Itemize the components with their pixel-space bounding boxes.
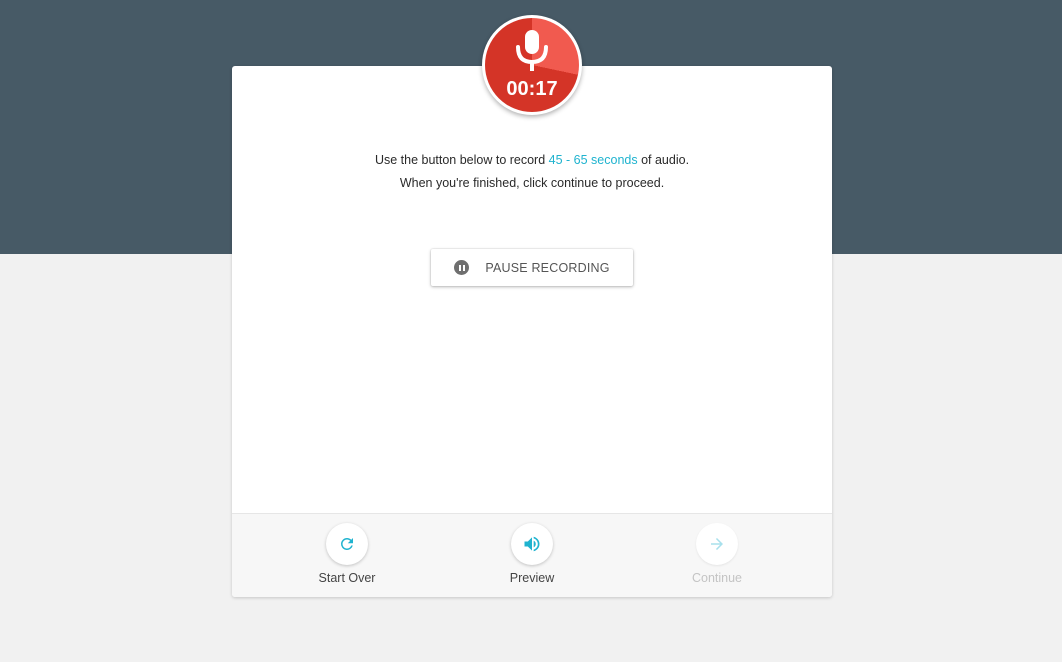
instructions-line-2: When you're finished, click continue to …: [399, 176, 665, 190]
speaker-icon: [524, 536, 540, 552]
refresh-icon: [340, 538, 353, 550]
start-over-circle[interactable]: [326, 523, 368, 565]
microphone-icon: [516, 30, 548, 71]
instructions-text-end: of audio.: [637, 153, 690, 167]
pause-recording-label: PAUSE RECORDING: [485, 260, 610, 275]
preview-circle[interactable]: [511, 523, 553, 565]
recording-card: Use the button below to record 45 - 65 s…: [232, 66, 832, 597]
pause-icon: [454, 260, 470, 275]
pause-recording-button[interactable]: PAUSE RECORDING: [431, 249, 633, 286]
instructions: Use the button below to record 45 - 65 s…: [232, 149, 832, 195]
continue-label: Continue: [691, 571, 743, 585]
instructions-text: Use the button below to record: [374, 153, 549, 167]
arrow-right-icon: [711, 538, 723, 550]
duration-highlight: 45 - 65 seconds: [548, 153, 638, 167]
footer-actions: Start Over Preview Continue: [232, 513, 832, 597]
recording-timer: 00:17: [506, 78, 558, 100]
preview-button[interactable]: Preview: [472, 523, 592, 585]
preview-label: Preview: [509, 571, 555, 585]
recording-indicator[interactable]: 00:17: [482, 15, 582, 115]
instructions-line-1: Use the button below to record 45 - 65 s…: [232, 149, 832, 172]
continue-button[interactable]: Continue: [657, 523, 777, 585]
start-over-label: Start Over: [318, 571, 376, 585]
start-over-button[interactable]: Start Over: [287, 523, 407, 585]
continue-circle[interactable]: [696, 523, 738, 565]
